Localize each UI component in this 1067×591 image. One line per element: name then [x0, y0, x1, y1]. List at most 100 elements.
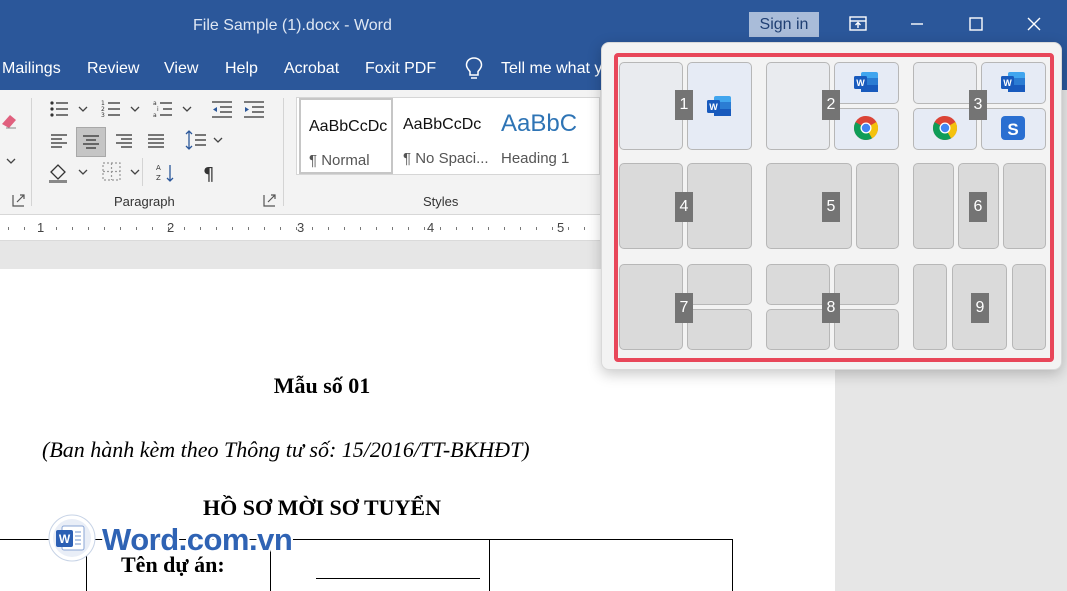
ruler-tick	[488, 227, 489, 230]
ribbon-display-options-icon[interactable]	[846, 12, 870, 36]
group-separator	[283, 98, 284, 206]
ruler-number: 5	[557, 220, 565, 235]
align-center-icon[interactable]	[76, 127, 106, 157]
increase-indent-icon[interactable]	[242, 98, 266, 120]
snap-zone[interactable]	[766, 62, 830, 150]
snap-layout-8[interactable]: 8	[766, 264, 899, 350]
horizontal-ruler[interactable]: 1 2 3 4 5	[0, 215, 600, 241]
snap-zone[interactable]	[766, 264, 830, 305]
ruler-tick	[280, 227, 281, 230]
word-icon: W	[852, 68, 880, 96]
tab-review[interactable]: Review	[87, 60, 139, 78]
zone-number: 3	[969, 90, 987, 120]
snap-zone[interactable]	[834, 309, 899, 350]
ruler-tick	[264, 227, 265, 230]
svg-text:3: 3	[101, 112, 105, 119]
snap-layout-9[interactable]: 9	[913, 264, 1046, 350]
snap-layout-2[interactable]: 2 W	[766, 62, 899, 150]
zone-number: 8	[822, 293, 840, 323]
snap-layout-4[interactable]: 4	[619, 163, 752, 249]
zone-number: 2	[822, 90, 840, 120]
snap-zone[interactable]	[913, 264, 947, 350]
ruler-tick	[88, 227, 89, 230]
snap-zone[interactable]	[834, 264, 899, 305]
ruler-tick	[360, 227, 361, 230]
ruler-tick	[56, 227, 57, 230]
style-heading-1[interactable]: AaBbC Heading 1	[493, 98, 598, 174]
snap-zone[interactable]	[619, 264, 683, 350]
snap-zone[interactable]	[1003, 163, 1046, 249]
tab-view[interactable]: View	[164, 60, 198, 78]
document-subtitle: (Ban hành kèm theo Thông tư số: 15/2016/…	[42, 437, 530, 462]
ruler-tick	[520, 227, 521, 230]
ruler-tick	[568, 227, 569, 230]
tab-help[interactable]: Help	[225, 60, 258, 78]
style-normal[interactable]: AaBbCcDc ¶ Normal	[299, 98, 393, 174]
line-spacing-icon[interactable]	[184, 128, 226, 152]
table-border	[489, 540, 490, 591]
numbering-icon[interactable]: 123	[100, 98, 140, 120]
maximize-icon[interactable]	[964, 12, 988, 36]
ruler-tick	[24, 227, 25, 230]
zone-number: 7	[675, 293, 693, 323]
snap-zone[interactable]	[766, 309, 830, 350]
ruler-tick	[120, 227, 121, 230]
ruler-tick	[424, 227, 425, 230]
zone-number: 9	[971, 293, 989, 323]
snap-layout-6[interactable]: 6	[913, 163, 1046, 249]
ruler-tick	[152, 227, 153, 230]
snap-layout-7[interactable]: 7	[619, 264, 752, 350]
close-icon[interactable]	[1022, 12, 1046, 36]
zone-number: 6	[969, 192, 987, 222]
snap-layout-1[interactable]: 1 W	[619, 62, 752, 150]
snap-zone[interactable]	[687, 264, 752, 305]
snap-layout-5[interactable]: 5	[766, 163, 899, 249]
snap-layout-3[interactable]: 3 W S	[913, 62, 1046, 150]
svg-text:W: W	[1003, 78, 1012, 88]
show-formatting-marks-icon[interactable]: ¶	[198, 162, 220, 185]
tab-foxit-pdf[interactable]: Foxit PDF	[365, 60, 436, 78]
ruler-tick	[40, 227, 41, 230]
word-icon: W	[705, 92, 733, 120]
snap-zone[interactable]	[619, 62, 683, 150]
word-icon: W	[999, 68, 1027, 96]
snap-zone[interactable]	[1012, 264, 1046, 350]
snap-zone[interactable]	[687, 163, 752, 249]
align-left-icon[interactable]	[48, 130, 70, 152]
minimize-icon[interactable]	[905, 12, 929, 36]
sign-in-button[interactable]: Sign in	[749, 12, 819, 37]
window-title: File Sample (1).docx - Word	[193, 17, 392, 34]
bullets-icon[interactable]	[48, 98, 88, 120]
chevron-down-icon[interactable]	[4, 154, 18, 168]
align-right-icon[interactable]	[113, 130, 135, 152]
snap-zone[interactable]	[856, 163, 899, 249]
zone-number: 4	[675, 192, 693, 222]
sort-icon[interactable]: AZ	[154, 162, 176, 184]
snap-zone[interactable]	[687, 309, 752, 350]
style-no-spacing[interactable]: AaBbCcDc ¶ No Spaci...	[395, 98, 491, 174]
font-dialog-launcher-icon[interactable]	[12, 194, 25, 207]
tab-mailings[interactable]: Mailings	[2, 60, 61, 78]
lightbulb-icon[interactable]	[464, 55, 484, 83]
decrease-indent-icon[interactable]	[210, 98, 234, 120]
svg-text:S: S	[1007, 120, 1018, 139]
snap-zone[interactable]	[619, 163, 683, 249]
multilevel-list-icon[interactable]: aia	[152, 98, 192, 120]
snap-zone[interactable]	[913, 163, 954, 249]
eraser-icon[interactable]	[0, 110, 18, 130]
shading-icon[interactable]	[46, 160, 92, 184]
justify-icon[interactable]	[145, 130, 167, 152]
ruler-tick	[376, 227, 377, 230]
ruler-number: 3	[297, 220, 305, 235]
borders-icon[interactable]	[100, 160, 146, 184]
paragraph-dialog-launcher-icon[interactable]	[263, 194, 276, 207]
ribbon: 123 aia AZ ¶ Paragraph AaBbCcDc ¶ Normal…	[0, 90, 600, 215]
document-title: HỒ SƠ MỜI SƠ TUYỂN	[203, 495, 441, 520]
ruler-tick	[584, 227, 585, 230]
tell-me-search[interactable]: Tell me what y	[501, 60, 602, 78]
paragraph-group-label: Paragraph	[114, 194, 175, 209]
document-heading: Mẫu số 01	[273, 373, 371, 398]
snap-zone[interactable]	[913, 62, 977, 104]
ruler-tick	[536, 227, 537, 230]
tab-acrobat[interactable]: Acrobat	[284, 60, 339, 78]
